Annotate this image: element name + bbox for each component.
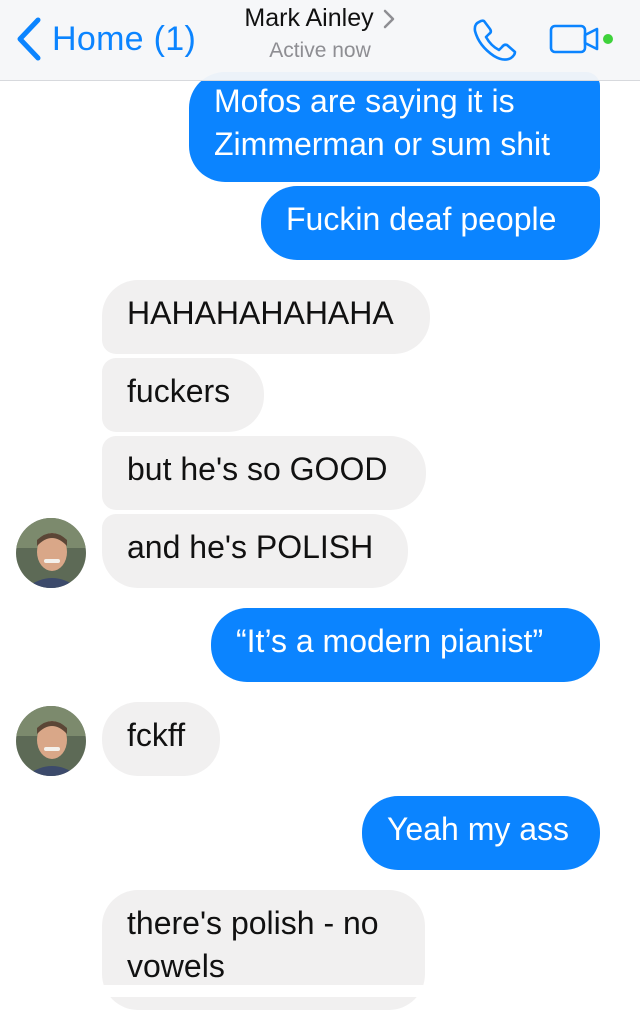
message-bubble-outgoing[interactable]: “It’s a modern pianist” [211,608,600,682]
message-bubble-incoming[interactable]: and he's POLISH [102,514,408,588]
active-status: Active now [269,39,371,62]
video-call-button[interactable] [548,20,618,60]
contact-avatar[interactable] [16,706,86,776]
back-button[interactable]: Home (1) [14,14,196,64]
avatar-photo [16,706,86,776]
contact-avatar[interactable] [16,518,86,588]
active-indicator [603,34,613,44]
message-bubble-incoming[interactable]: but he's so GOOD [102,436,426,510]
conversation-title[interactable]: Mark Ainley Active now [200,4,440,63]
chevron-right-icon [383,9,394,28]
phone-icon [473,19,517,61]
message-bubble-outgoing[interactable]: Yeah my ass [362,796,600,870]
voice-call-button[interactable] [470,16,522,64]
video-camera-icon [549,24,613,54]
message-bubble-incoming[interactable]: fuckers [102,358,264,432]
message-bubble-incoming[interactable]: fckff [102,702,220,776]
bottom-edge [0,985,640,997]
message-bubble-outgoing[interactable]: Mofos are saying it is Zimmerman or sum … [189,72,600,182]
back-button-label: Home (1) [52,19,197,58]
message-bubble-incoming[interactable]: HAHAHAHAHAHA [102,280,430,354]
chevron-left-icon [17,17,41,61]
avatar-photo [16,518,86,588]
message-thread[interactable]: Mofos are saying it is Zimmerman or sum … [0,0,640,1010]
navigation-bar: Home (1) Mark Ainley Active now [0,0,640,81]
contact-name: Mark Ainley [244,4,374,32]
message-bubble-outgoing[interactable]: Fuckin deaf people [261,186,600,260]
